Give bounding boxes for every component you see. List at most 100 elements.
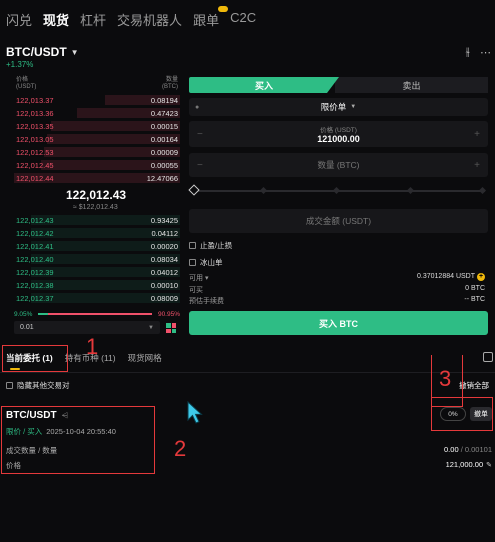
slider-tick[interactable] xyxy=(259,186,268,195)
nav-tab-copy[interactable]: 跟单 xyxy=(193,6,229,29)
tp-sl-checkbox[interactable]: 止盈/止损 xyxy=(189,240,232,251)
checkbox-icon xyxy=(189,259,196,266)
ask-price: 122,012.44 xyxy=(16,173,54,183)
bid-price: 122,012.40 xyxy=(16,254,54,264)
nav-tab-bots[interactable]: 交易机器人 xyxy=(117,10,182,29)
buy-btc-button[interactable]: 买入 BTC xyxy=(189,311,488,335)
edit-icon[interactable]: ✎ xyxy=(486,462,492,469)
ask-row[interactable]: 122,013.37 0.08194 xyxy=(14,94,180,106)
ask-qty: 0.00055 xyxy=(150,160,178,170)
hide-other-pairs-checkbox[interactable]: 隐藏其他交易对 xyxy=(6,380,70,391)
bid-row[interactable]: 122,012.37 0.08009 xyxy=(14,292,180,304)
slider-tick[interactable] xyxy=(406,186,415,195)
tab-spot-grid[interactable]: 现货网格 xyxy=(128,352,162,364)
bid-row[interactable]: 122,012.41 0.00020 xyxy=(14,240,180,252)
fee-label: 预估手续费 xyxy=(189,298,224,305)
price-input[interactable]: − 价格 (USDT) 121000.00 + xyxy=(189,121,488,147)
iceberg-checkbox[interactable]: 冰山单 xyxy=(189,257,223,268)
annotation-box-2 xyxy=(1,406,155,474)
nav-tab-c2c[interactable]: C2C xyxy=(230,10,256,29)
bid-row[interactable]: 122,012.38 0.00010 xyxy=(14,279,180,291)
quantity-placeholder: 数量 (BTC) xyxy=(317,160,360,170)
pair-name: BTC/USDT xyxy=(6,45,67,59)
order-price-amount: 121,000.00 xyxy=(445,460,484,469)
ask-row[interactable]: 122,012.53 0.00009 xyxy=(14,146,180,158)
annotation-number-3: 3 xyxy=(439,366,452,391)
ask-price: 122,013.36 xyxy=(16,108,54,118)
order-type-value: 限价单 xyxy=(320,102,347,112)
caret-down-icon: ▼ xyxy=(350,104,357,110)
filled-amount: 0.00 xyxy=(444,445,459,454)
bid-price: 122,012.39 xyxy=(16,267,54,277)
checkbox-icon xyxy=(189,242,196,249)
available-label-text: 可用 xyxy=(189,275,203,282)
annotation-number-2: 2 xyxy=(174,436,187,461)
ask-row[interactable]: 122,012.45 0.00055 xyxy=(14,159,180,171)
nav-tab-margin[interactable]: 杠杆 xyxy=(80,10,106,29)
ask-price: 122,013.05 xyxy=(16,134,54,144)
price-col-label: 价格 xyxy=(16,77,29,83)
qty-col-label: 数量 xyxy=(165,77,178,83)
caret-down-icon: ▼ xyxy=(148,324,154,331)
bid-qty: 0.00020 xyxy=(150,241,178,251)
bid-price: 122,012.41 xyxy=(16,241,54,251)
more-icon[interactable]: ⋯ xyxy=(480,46,491,59)
bid-price: 122,012.38 xyxy=(16,280,54,290)
ask-qty: 0.00164 xyxy=(150,134,178,144)
buy-ratio: 9.05% xyxy=(14,310,33,318)
ask-row[interactable]: 122,012.44 12.47066 xyxy=(14,172,180,184)
last-price[interactable]: 122,012.43 xyxy=(66,188,126,202)
ask-qty: 0.47423 xyxy=(150,108,178,118)
ask-row[interactable]: 122,013.35 0.00015 xyxy=(14,120,180,132)
buy-sell-tabs: 买入 卖出 xyxy=(189,77,488,93)
available-value-text: 0.37012884 USDT xyxy=(417,273,475,280)
bid-price: 122,012.42 xyxy=(16,228,54,238)
ask-qty: 12.47066 xyxy=(146,173,178,183)
tab-sell[interactable]: 卖出 xyxy=(335,77,488,93)
bid-price: 122,012.37 xyxy=(16,293,54,303)
nav-tab-spot[interactable]: 现货 xyxy=(43,10,69,29)
precision-select[interactable]: 0.01 ▼ xyxy=(14,321,160,334)
available-label: 可用 ▾ xyxy=(189,275,209,282)
available-value: 0.37012884 USDT + xyxy=(417,273,485,283)
plus-icon[interactable]: + xyxy=(474,129,480,140)
bid-qty: 0.04112 xyxy=(151,228,178,238)
info-icon[interactable]: ● xyxy=(195,104,199,111)
plus-icon[interactable]: + xyxy=(474,160,480,171)
header-icons: ⫳ ⋯ xyxy=(466,46,492,59)
minus-icon[interactable]: − xyxy=(197,160,203,171)
price-col-unit: (USDT) xyxy=(16,84,37,90)
slider-handle[interactable] xyxy=(188,184,200,196)
sell-ratio: 90.95% xyxy=(157,310,180,318)
last-price-fiat: ≈ $122,012.43 xyxy=(73,204,118,211)
checkbox-icon xyxy=(6,382,13,389)
quantity-input[interactable]: − 数量 (BTC) + xyxy=(189,153,488,177)
nav-tab-convert[interactable]: 闪兑 xyxy=(6,10,32,29)
bid-row[interactable]: 122,012.39 0.04012 xyxy=(14,266,180,278)
candlestick-icon[interactable]: ⫳ xyxy=(466,46,471,59)
iceberg-label: 冰山单 xyxy=(200,258,223,267)
orderbook-layout-icon[interactable] xyxy=(166,323,176,333)
order-price-value: 121,000.00 ✎ xyxy=(446,460,492,471)
bid-row[interactable]: 122,012.42 0.04112 xyxy=(14,227,180,239)
slider-tick[interactable] xyxy=(332,186,341,195)
slider-tick[interactable] xyxy=(478,186,487,195)
minus-icon[interactable]: − xyxy=(197,129,203,140)
bid-row[interactable]: 122,012.40 0.08034 xyxy=(14,253,180,265)
ask-price: 122,012.45 xyxy=(16,160,54,170)
cancel-all-button[interactable]: 撤销全部 xyxy=(459,380,489,391)
tab-buy[interactable]: 买入 xyxy=(189,77,339,93)
ask-qty: 0.00009 xyxy=(150,147,178,157)
ask-price: 122,013.37 xyxy=(16,95,54,105)
add-funds-icon[interactable]: + xyxy=(477,273,485,281)
order-history-icon[interactable] xyxy=(483,352,493,362)
price-input-value: 121000.00 xyxy=(317,134,360,144)
amount-input[interactable]: 成交金额 (USDT) xyxy=(189,209,488,233)
bid-qty: 0.08034 xyxy=(150,254,178,264)
bid-row[interactable]: 122,012.43 0.93425 xyxy=(14,214,180,226)
buyable-label: 可买 xyxy=(189,287,203,294)
order-type-select[interactable]: ● 限价单 ▼ xyxy=(189,98,488,116)
ask-row[interactable]: 122,013.05 0.00164 xyxy=(14,133,180,145)
pair-selector[interactable]: BTC/USDT ▼ xyxy=(6,45,79,59)
ask-row[interactable]: 122,013.36 0.47423 xyxy=(14,107,180,119)
